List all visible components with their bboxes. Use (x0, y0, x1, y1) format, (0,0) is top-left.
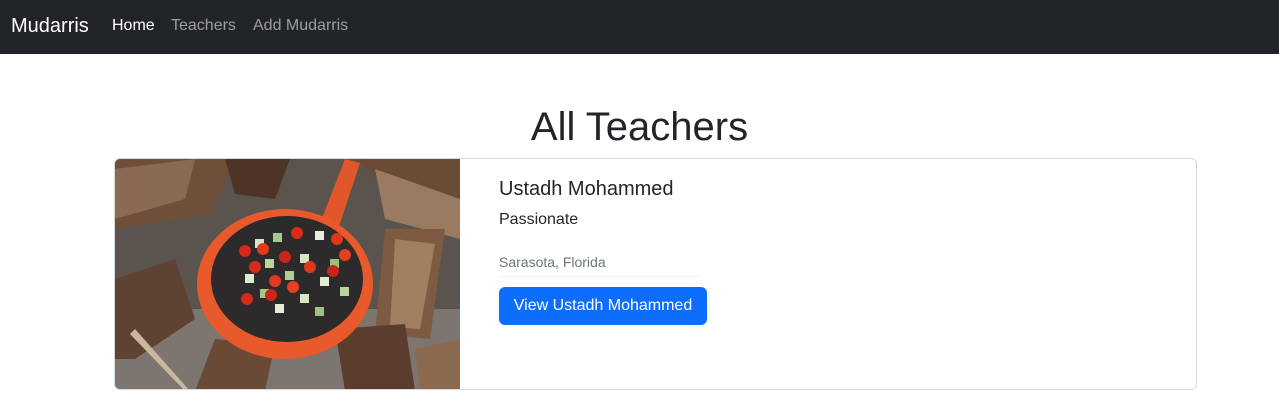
teacher-card: Ustadh Mohammed Passionate Sarasota, Flo… (114, 158, 1197, 390)
view-teacher-button[interactable]: View Ustadh Mohammed (499, 287, 707, 325)
teacher-description: Passionate (499, 211, 579, 228)
navbar-brand[interactable]: Mudarris (11, 13, 89, 39)
teacher-photo (115, 159, 460, 389)
top-navbar: Mudarris Home Teachers Add Mudarris (0, 0, 1279, 54)
nav-link-add-mudarris[interactable]: Add Mudarris (253, 16, 348, 36)
nav-link-home[interactable]: Home (112, 16, 155, 36)
teacher-name: Ustadh Mohammed (499, 178, 674, 200)
card-divider (499, 276, 699, 277)
nav-link-teachers[interactable]: Teachers (171, 16, 236, 36)
page-title: All Teachers (530, 105, 749, 149)
teacher-location: Sarasota, Florida (499, 254, 606, 270)
